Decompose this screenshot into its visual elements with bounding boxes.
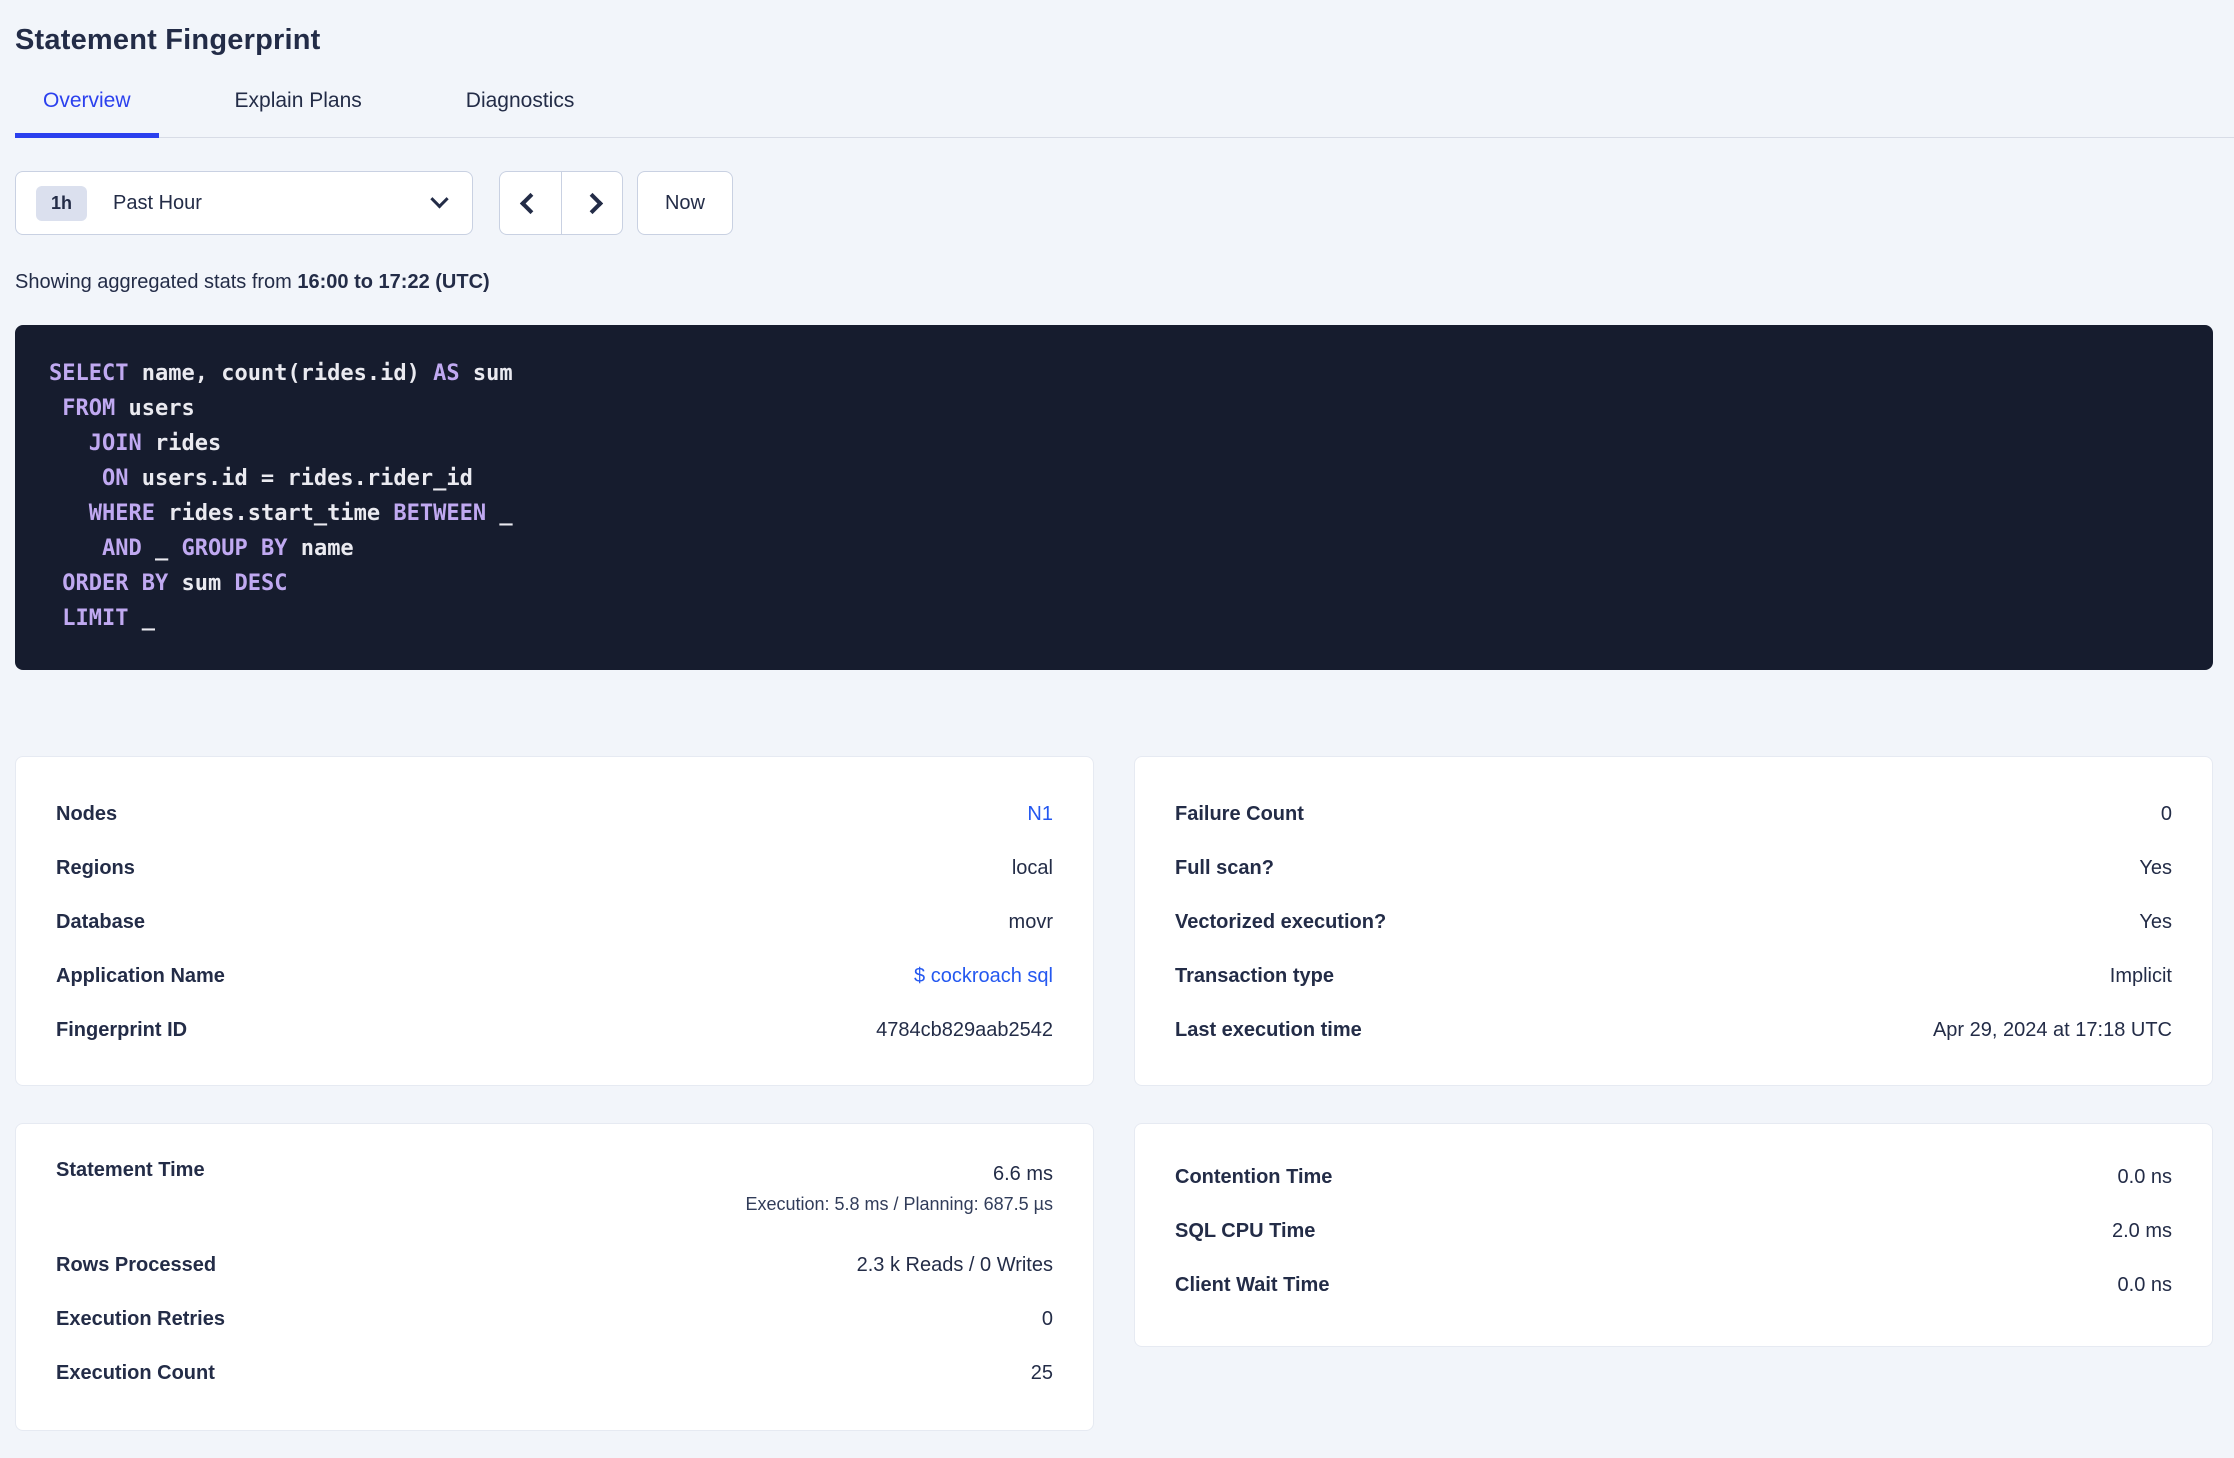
row-value: 0.0 ns — [2117, 1273, 2172, 1296]
app-name-link[interactable]: $ cockroach sql — [914, 965, 1053, 988]
row-label: Statement Time — [56, 1159, 205, 1181]
tab-diagnostics[interactable]: Diagnostics — [438, 89, 603, 138]
info-card-left: Nodes N1 Regions local Database movr App… — [15, 756, 1094, 1086]
row-label: Transaction type — [1175, 964, 1334, 987]
row-label: Execution Count — [56, 1361, 215, 1384]
tab-bar: Overview Explain Plans Diagnostics — [15, 89, 2234, 138]
tab-overview[interactable]: Overview — [15, 89, 159, 138]
row-label: Contention Time — [1175, 1165, 1333, 1188]
stats-summary-range: 16:00 to 17:22 (UTC) — [297, 271, 490, 293]
row-label: Failure Count — [1175, 802, 1304, 825]
info-card-right: Failure Count 0 Full scan? Yes Vectorize… — [1134, 756, 2213, 1086]
row-value: movr — [1008, 910, 1053, 933]
stats-summary: Showing aggregated stats from 16:00 to 1… — [15, 271, 2213, 294]
info-row: Failure Count 0 — [1175, 787, 2172, 841]
info-row: SQL CPU Time 2.0 ms — [1175, 1204, 2172, 1258]
fingerprint-id-value: 4784cb829aab2542 — [876, 1018, 1053, 1041]
info-row: Nodes N1 — [56, 787, 1053, 841]
info-row: Contention Time 0.0 ns — [1175, 1150, 2172, 1204]
info-row: Fingerprint ID 4784cb829aab2542 — [56, 1003, 1053, 1057]
time-controls: 1h Past Hour Now — [15, 171, 2213, 235]
statement-time-values: 6.6 ms Execution: 5.8 ms / Planning: 687… — [745, 1159, 1053, 1219]
timing-card-right: Contention Time 0.0 ns SQL CPU Time 2.0 … — [1134, 1123, 2213, 1347]
info-row: Last execution time Apr 29, 2024 at 17:1… — [1175, 1003, 2172, 1057]
prev-time-button[interactable] — [499, 171, 561, 235]
row-value: local — [1011, 856, 1053, 879]
row-value: 0 — [2160, 802, 2172, 825]
info-row: Regions local — [56, 841, 1053, 895]
row-value: 2.0 ms — [2111, 1219, 2172, 1242]
row-value: 0 — [1041, 1307, 1053, 1330]
info-row: Statement Time 6.6 ms Execution: 5.8 ms … — [56, 1150, 1053, 1238]
row-value: 0.0 ns — [2117, 1165, 2172, 1188]
chevron-left-icon — [519, 192, 542, 214]
row-label: Application Name — [56, 964, 225, 987]
info-row: Database movr — [56, 895, 1053, 949]
row-label: Regions — [56, 856, 135, 879]
info-cards-row: Nodes N1 Regions local Database movr App… — [15, 756, 2213, 1086]
row-label: Database — [56, 910, 145, 933]
row-value: 2.3 k Reads / 0 Writes — [856, 1253, 1053, 1276]
row-label: Last execution time — [1175, 1018, 1362, 1041]
last-execution-time-value: Apr 29, 2024 at 17:18 UTC — [1932, 1018, 2172, 1041]
info-row: Execution Count 25 — [56, 1346, 1053, 1400]
time-range-selector[interactable]: 1h Past Hour — [15, 171, 473, 235]
sql-code: SELECT name, count(rides.id) AS sum FROM… — [49, 361, 513, 631]
sql-box: SELECT name, count(rides.id) AS sum FROM… — [15, 325, 2213, 670]
row-value: Yes — [2139, 856, 2172, 879]
chevron-right-icon — [581, 192, 603, 214]
row-label: Execution Retries — [56, 1307, 225, 1330]
now-button[interactable]: Now — [637, 171, 733, 235]
info-row: Execution Retries 0 — [56, 1292, 1053, 1346]
row-value: 25 — [1030, 1361, 1053, 1384]
next-time-button[interactable] — [561, 171, 623, 235]
row-label: Rows Processed — [56, 1253, 217, 1276]
timing-card-left: Statement Time 6.6 ms Execution: 5.8 ms … — [15, 1123, 1094, 1431]
time-range-badge: 1h — [36, 185, 88, 221]
row-value: Yes — [2139, 910, 2172, 933]
row-label: Nodes — [56, 802, 118, 825]
page-title: Statement Fingerprint — [15, 24, 321, 56]
row-label: Client Wait Time — [1175, 1273, 1330, 1296]
chevron-down-icon — [430, 189, 449, 208]
statement-time-sub: Execution: 5.8 ms / Planning: 687.5 µs — [745, 1194, 1053, 1214]
timing-cards-row: Statement Time 6.6 ms Execution: 5.8 ms … — [15, 1123, 2213, 1431]
tab-explain-plans[interactable]: Explain Plans — [207, 89, 390, 138]
nodes-link[interactable]: N1 — [1027, 803, 1053, 826]
row-label: Fingerprint ID — [56, 1018, 188, 1041]
row-label: SQL CPU Time — [1175, 1219, 1316, 1242]
time-nav-group — [499, 171, 623, 235]
row-label: Full scan? — [1175, 856, 1274, 879]
info-row: Client Wait Time 0.0 ns — [1175, 1258, 2172, 1312]
info-row: Vectorized execution? Yes — [1175, 895, 2172, 949]
time-range-label: Past Hour — [113, 191, 202, 214]
info-row: Rows Processed 2.3 k Reads / 0 Writes — [56, 1238, 1053, 1292]
row-label: Vectorized execution? — [1175, 910, 1387, 933]
statement-fingerprint-page: Statement Fingerprint Overview Explain P… — [0, 0, 2234, 1431]
row-value: 6.6 ms — [992, 1163, 1053, 1185]
stats-summary-prefix: Showing aggregated stats from — [15, 271, 298, 293]
row-value: Implicit — [2109, 964, 2172, 987]
info-row: Transaction type Implicit — [1175, 949, 2172, 1003]
info-row: Application Name $ cockroach sql — [56, 949, 1053, 1003]
info-row: Full scan? Yes — [1175, 841, 2172, 895]
